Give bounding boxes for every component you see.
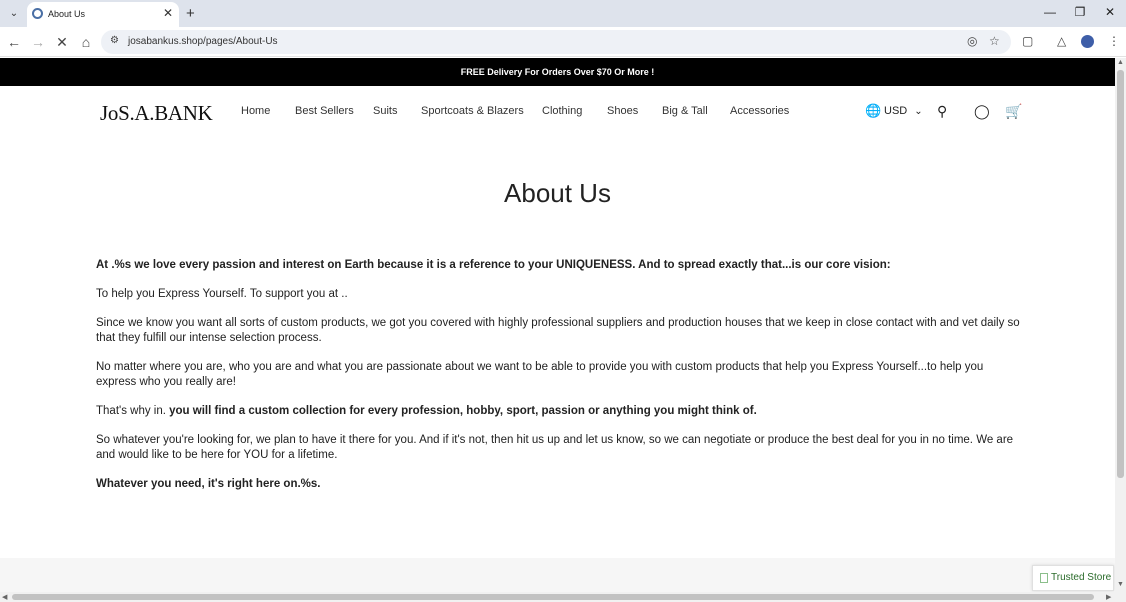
horizontal-scroll-thumb[interactable] bbox=[12, 594, 1094, 600]
tab-title: About Us bbox=[48, 9, 86, 19]
trusted-shield-icon bbox=[1040, 573, 1048, 583]
address-bar[interactable]: ⚙ josabankus.shop/pages/About-Us ◎ ☆ bbox=[101, 30, 1011, 54]
globe-icon[interactable]: 🌐 bbox=[865, 103, 881, 119]
suppliers-paragraph: Since we know you want all sorts of cust… bbox=[96, 317, 1020, 344]
currency-label: USD bbox=[884, 105, 908, 117]
extensions-puzzle-icon[interactable]: ▢ bbox=[1022, 34, 1033, 48]
nav-best-sellers[interactable]: Best Sellers bbox=[295, 105, 354, 117]
scroll-up-icon[interactable]: ▲ bbox=[1117, 59, 1124, 66]
about-content: At .%s we love every passion and interes… bbox=[96, 258, 1026, 506]
site-info-icon[interactable]: ⚙ bbox=[110, 35, 119, 46]
site-header: JoS.A.BANK Home Best Sellers Suits Sport… bbox=[0, 86, 1115, 140]
close-window-icon[interactable]: ✕ bbox=[1102, 5, 1118, 19]
loading-favicon-icon bbox=[32, 8, 43, 19]
home-icon[interactable]: ⌂ bbox=[78, 34, 94, 50]
nav-shoes[interactable]: Shoes bbox=[607, 105, 638, 117]
scroll-down-icon[interactable]: ▼ bbox=[1117, 581, 1124, 588]
new-tab-plus-icon[interactable]: + bbox=[186, 5, 195, 22]
nav-clothing[interactable]: Clothing bbox=[542, 105, 582, 117]
collection-bold-text: you will find a custom collection for ev… bbox=[169, 405, 757, 417]
cart-icon[interactable]: 🛒 bbox=[1005, 103, 1022, 120]
vertical-scroll-thumb[interactable] bbox=[1117, 70, 1124, 478]
tab-strip: ⌄ About Us ✕ + — ❐ ✕ bbox=[0, 0, 1126, 27]
announcement-bar: FREE Delivery For Orders Over $70 Or Mor… bbox=[0, 58, 1115, 86]
horizontal-scrollbar[interactable]: ◀ ▶ bbox=[0, 592, 1126, 602]
bookmark-star-icon[interactable]: ☆ bbox=[989, 34, 1000, 48]
tab-search-chevron-icon[interactable]: ⌄ bbox=[6, 6, 22, 22]
restore-icon[interactable]: ❐ bbox=[1072, 5, 1088, 19]
tracking-protection-icon[interactable]: ◎ bbox=[967, 34, 977, 48]
currency-selector[interactable]: USD ⌄ bbox=[884, 105, 923, 117]
support-paragraph: To help you Express Yourself. To support… bbox=[96, 288, 348, 300]
account-icon[interactable]: ◯ bbox=[974, 103, 990, 120]
scroll-left-icon[interactable]: ◀ bbox=[2, 593, 7, 601]
nav-accessories[interactable]: Accessories bbox=[730, 105, 789, 117]
search-icon[interactable]: ⚲ bbox=[937, 103, 947, 120]
tab-close-icon[interactable]: ✕ bbox=[163, 6, 173, 20]
nav-suits[interactable]: Suits bbox=[373, 105, 397, 117]
browser-toolbar: ← → ✕ ⌂ ⚙ josabankus.shop/pages/About-Us… bbox=[0, 27, 1126, 57]
back-arrow-icon[interactable]: ← bbox=[6, 34, 22, 50]
chevron-down-icon: ⌄ bbox=[914, 106, 923, 117]
page-title: About Us bbox=[504, 178, 611, 208]
trusted-store-label: Trusted Store bbox=[1051, 572, 1112, 583]
closing-paragraph: Whatever you need, it's right here on.%s… bbox=[96, 478, 321, 490]
scroll-right-icon[interactable]: ▶ bbox=[1106, 593, 1111, 601]
browser-menu-icon[interactable]: ⋮ bbox=[1108, 34, 1120, 48]
lifetime-paragraph: So whatever you're looking for, we plan … bbox=[96, 434, 1014, 461]
nav-big-tall[interactable]: Big & Tall bbox=[662, 105, 708, 117]
nav-sportcoats-blazers[interactable]: Sportcoats & Blazers bbox=[421, 105, 524, 117]
profile-avatar-icon[interactable] bbox=[1081, 35, 1094, 48]
site-logo[interactable]: JoS.A.BANK bbox=[100, 101, 213, 126]
forward-arrow-icon[interactable]: → bbox=[30, 34, 46, 50]
passion-paragraph: No matter where you are, who you are and… bbox=[96, 361, 984, 388]
stop-loading-icon[interactable]: ✕ bbox=[54, 34, 70, 50]
trusted-store-badge[interactable]: Trusted Store bbox=[1032, 565, 1114, 591]
collection-paragraph: That's why in. you will find a custom co… bbox=[96, 404, 1026, 419]
url-text[interactable]: josabankus.shop/pages/About-Us bbox=[128, 36, 278, 47]
nav-home[interactable]: Home bbox=[241, 105, 270, 117]
collection-plain-text: That's why in. bbox=[96, 405, 170, 417]
labs-flask-icon[interactable]: △ bbox=[1057, 34, 1066, 48]
tab-about-us[interactable]: About Us ✕ bbox=[27, 2, 179, 27]
minimize-icon[interactable]: — bbox=[1042, 5, 1058, 19]
footer-strip bbox=[0, 558, 1115, 592]
intro-paragraph: At .%s we love every passion and interes… bbox=[96, 259, 891, 271]
vertical-scrollbar[interactable]: ▲ ▼ bbox=[1115, 58, 1126, 592]
